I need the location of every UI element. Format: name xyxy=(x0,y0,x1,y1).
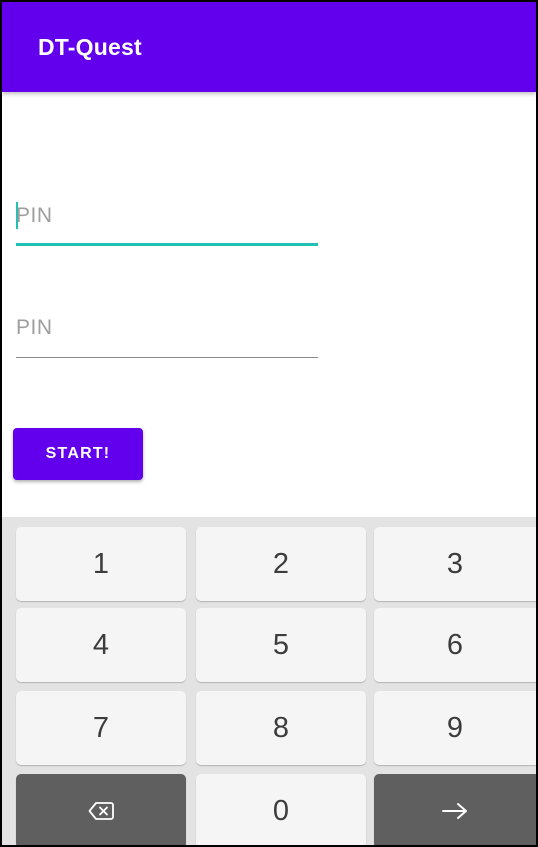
key-9[interactable]: 9 xyxy=(374,691,536,765)
pin-field-2-underline xyxy=(16,357,318,358)
pin-field-2-placeholder: PIN xyxy=(16,316,53,339)
key-1[interactable]: 1 xyxy=(16,527,186,601)
backspace-icon xyxy=(88,801,114,821)
enter-key[interactable] xyxy=(374,774,536,845)
key-8[interactable]: 8 xyxy=(196,691,366,765)
key-2[interactable]: 2 xyxy=(196,527,366,601)
pin-field-1-placeholder: PIN xyxy=(16,204,53,227)
arrow-right-icon xyxy=(441,801,469,821)
app-bar: DT-Quest xyxy=(2,2,536,92)
key-7[interactable]: 7 xyxy=(16,691,186,765)
pin-field-1-underline xyxy=(16,243,318,246)
key-5[interactable]: 5 xyxy=(196,608,366,682)
numeric-keyboard: 1 2 3 4 5 6 7 8 9 0 xyxy=(2,517,536,845)
app-screen: DT-Quest PIN PIN START! 1 2 3 4 5 6 7 8 … xyxy=(0,0,538,847)
key-6[interactable]: 6 xyxy=(374,608,536,682)
start-button[interactable]: START! xyxy=(13,428,143,480)
key-4[interactable]: 4 xyxy=(16,608,186,682)
pin-field-2[interactable]: PIN xyxy=(16,306,318,358)
key-3[interactable]: 3 xyxy=(374,527,536,601)
pin-field-1[interactable]: PIN xyxy=(16,194,318,246)
key-0[interactable]: 0 xyxy=(196,774,366,845)
app-title: DT-Quest xyxy=(38,34,142,60)
backspace-key[interactable] xyxy=(16,774,186,845)
